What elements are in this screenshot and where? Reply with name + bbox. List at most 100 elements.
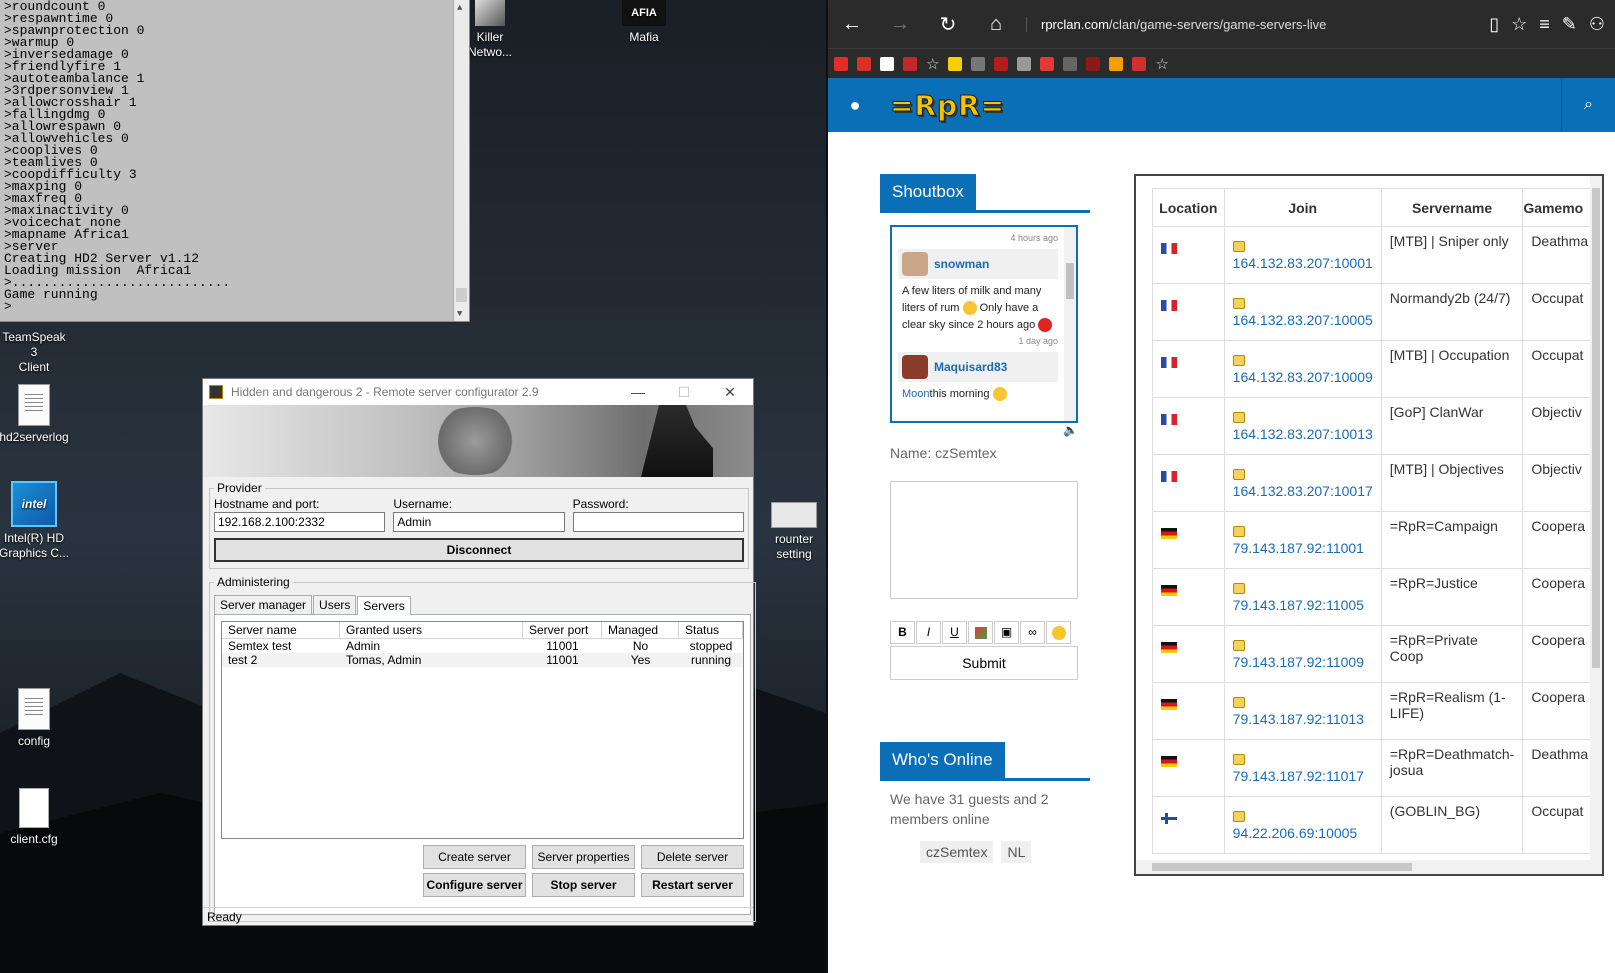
desktop-icon-intel[interactable]: intel Intel(R) HD Graphics C...	[0, 481, 70, 561]
server-join-link[interactable]: 164.132.83.207:10013	[1233, 426, 1373, 442]
col-status[interactable]: Status	[679, 622, 743, 638]
post-username[interactable]: Maquisard83	[934, 360, 1007, 374]
fav-icon[interactable]	[1040, 56, 1055, 71]
site-logo[interactable]: =RpR=	[882, 88, 1561, 122]
italic-icon[interactable]: I	[916, 621, 941, 644]
window-titlebar[interactable]: Hidden and dangerous 2 - Remote server c…	[203, 379, 753, 405]
member-tag[interactable]: NL	[1001, 841, 1032, 863]
desktop-icon-router[interactable]: rounter setting	[758, 502, 826, 562]
username-input[interactable]: Admin	[393, 512, 565, 532]
tab-server-manager[interactable]: Server manager	[214, 595, 313, 614]
radiation-fav-icon[interactable]	[948, 56, 963, 71]
maximize-icon[interactable]: ☐	[661, 384, 707, 401]
table-row[interactable]: Semtex test Admin 11001 No stopped	[222, 639, 743, 653]
servers-listview[interactable]: Server name Granted users Server port Ma…	[221, 621, 744, 839]
tab-servers[interactable]: Servers	[357, 596, 411, 615]
fav-icon[interactable]	[880, 56, 894, 71]
search-icon[interactable]: ⌕	[1561, 78, 1615, 132]
create-server-button[interactable]: Create server	[423, 845, 526, 869]
scroll-down-icon[interactable]: ▼	[457, 308, 462, 320]
scroll-up-icon[interactable]: ▲	[457, 2, 462, 14]
server-join-link[interactable]: 164.132.83.207:10005	[1233, 312, 1373, 328]
close-icon[interactable]: ✕	[707, 384, 753, 401]
fav-icon[interactable]	[857, 56, 871, 71]
col-granted-users[interactable]: Granted users	[340, 622, 523, 638]
col-server-port[interactable]: Server port	[523, 622, 602, 638]
address-bar[interactable]: rprclan.com/clan/game-servers/game-serve…	[1026, 16, 1489, 32]
disconnect-button[interactable]: Disconnect	[214, 538, 744, 562]
link-icon[interactable]: ∞	[1020, 621, 1045, 644]
submit-button[interactable]: Submit	[890, 646, 1078, 680]
youtube-fav-icon[interactable]	[834, 56, 848, 71]
cell-servername: [MTB] | Objectives	[1380, 454, 1524, 512]
back-icon[interactable]: ←	[828, 13, 876, 36]
server-join-link[interactable]: 164.132.83.207:10009	[1233, 369, 1373, 385]
console-scrollbar[interactable]: ▲ ▼	[453, 0, 469, 321]
stop-server-button[interactable]: Stop server	[532, 873, 635, 897]
fav-icon[interactable]	[1132, 56, 1147, 71]
desktop-icon-teamspeak[interactable]: TeamSpeak 3 Client	[0, 330, 70, 375]
image-icon[interactable]: ▣	[994, 621, 1019, 644]
col-server-name[interactable]: Server name	[222, 622, 340, 638]
server-join-link[interactable]: 79.143.187.92:11001	[1233, 540, 1373, 556]
shoutbox-messages[interactable]: 4 hours ago snowman A few liters of milk…	[890, 225, 1078, 423]
underline-icon[interactable]: U	[942, 621, 967, 644]
server-join-link[interactable]: 79.143.187.92:11017	[1233, 768, 1373, 784]
scroll-thumb[interactable]	[456, 288, 467, 302]
smiley-icon[interactable]	[1046, 621, 1071, 644]
color-icon[interactable]	[968, 621, 993, 644]
flag-fi-icon	[1161, 813, 1177, 824]
server-join-link[interactable]: 94.22.206.69:10005	[1233, 825, 1373, 841]
server-properties-button[interactable]: Server properties	[532, 845, 635, 869]
table-vertical-scrollbar[interactable]	[1590, 176, 1602, 874]
tab-users[interactable]: Users	[313, 595, 357, 614]
server-join-link[interactable]: 79.143.187.92:11013	[1233, 711, 1373, 727]
bold-icon[interactable]: B	[890, 621, 915, 644]
col-managed[interactable]: Managed	[602, 622, 679, 638]
member-tag[interactable]: czSemtex	[920, 841, 994, 863]
refresh-icon[interactable]: ↻	[924, 12, 972, 37]
minimize-icon[interactable]: —	[615, 384, 661, 400]
shoutbox-message-input[interactable]	[890, 481, 1078, 599]
user-icon[interactable]: ●	[828, 95, 882, 116]
desktop-icon-mafia[interactable]: AFIA Mafia	[608, 0, 680, 45]
table-row[interactable]: test 2 Tomas, Admin 11001 Yes running	[222, 653, 743, 667]
post-username[interactable]: snowman	[934, 257, 989, 271]
delete-server-button[interactable]: Delete server	[641, 845, 744, 869]
password-input[interactable]	[572, 512, 744, 532]
fav-icon[interactable]	[903, 56, 917, 71]
fav-icon[interactable]	[994, 56, 1009, 71]
forward-icon[interactable]: →	[876, 13, 924, 36]
restart-server-button[interactable]: Restart server	[641, 873, 744, 897]
fav-icon[interactable]	[1086, 56, 1101, 71]
home-icon[interactable]: ⌂	[972, 13, 1020, 36]
star-fav-icon[interactable]: ☆	[1155, 55, 1168, 73]
server-join-link[interactable]: 164.132.83.207:10017	[1233, 483, 1373, 499]
fav-icon[interactable]	[1017, 56, 1032, 71]
desktop-icon-clientcfg[interactable]: client.cfg	[0, 788, 70, 847]
fav-icon[interactable]	[971, 56, 986, 71]
cell-granted-users: Admin	[346, 639, 381, 653]
speaker-icon[interactable]: 🔈	[880, 423, 1090, 437]
share-icon[interactable]: ⚇	[1589, 14, 1605, 35]
fav-icon[interactable]	[1063, 56, 1078, 71]
table-horizontal-scrollbar[interactable]	[1136, 860, 1602, 874]
web-note-icon[interactable]: ✎	[1562, 14, 1577, 35]
ph-fav-icon[interactable]	[1109, 56, 1124, 71]
mentioned-user[interactable]: Moon	[902, 388, 930, 400]
server-join-link[interactable]: 164.132.83.207:10001	[1233, 255, 1373, 271]
desktop-icon-config[interactable]: config	[0, 688, 70, 749]
hub-icon[interactable]: ≡	[1539, 14, 1550, 35]
cell-location	[1152, 625, 1225, 683]
server-join-link[interactable]: 79.143.187.92:11005	[1233, 597, 1373, 613]
listview-header: Server name Granted users Server port Ma…	[222, 622, 743, 639]
server-join-link[interactable]: 79.143.187.92:11009	[1233, 654, 1373, 670]
star-fav-icon[interactable]: ☆	[926, 55, 939, 73]
favorite-star-icon[interactable]: ☆	[1511, 14, 1527, 35]
host-input[interactable]: 192.168.2.100:2332	[214, 512, 386, 532]
server-console[interactable]: >roundcount 0 >respawntime 0 >spawnprotect…	[0, 0, 470, 322]
reading-view-icon[interactable]: ▯	[1489, 14, 1499, 35]
desktop-icon-hd2serverlog[interactable]: hd2serverlog	[0, 384, 70, 445]
shoutbox-scrollbar[interactable]	[1064, 227, 1076, 421]
configure-server-button[interactable]: Configure server	[423, 873, 526, 897]
